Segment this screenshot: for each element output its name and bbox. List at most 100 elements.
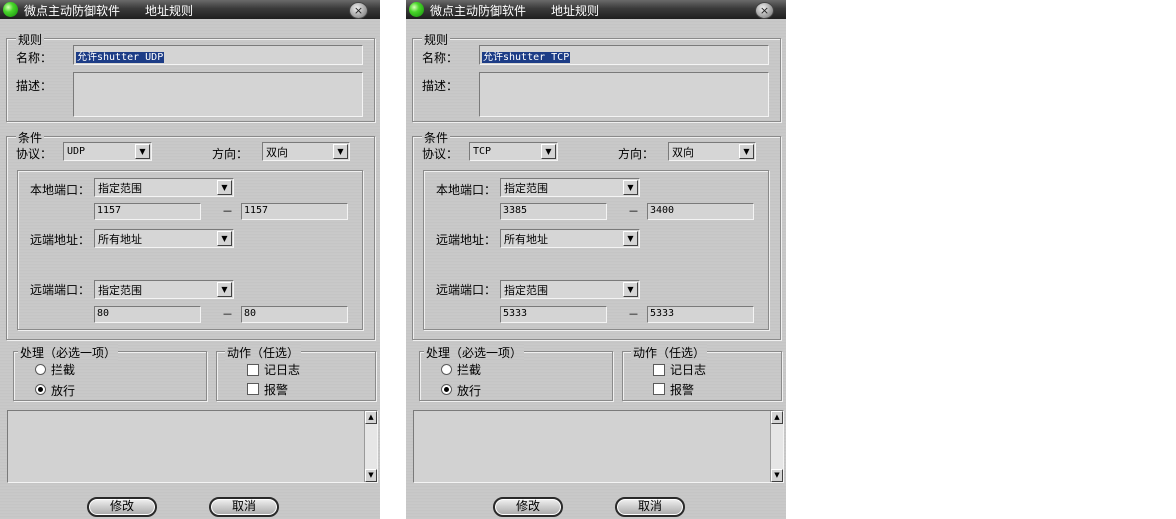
description-label: 描述： [422, 79, 459, 93]
message-area[interactable]: ▲ ▼ [413, 410, 784, 483]
close-icon[interactable]: × [349, 2, 368, 19]
protocol-select[interactable]: TCP ▼ [469, 142, 558, 161]
alarm-label: 报警 [670, 383, 695, 397]
vertical-scrollbar[interactable]: ▲ ▼ [364, 411, 377, 482]
vertical-scrollbar[interactable]: ▲ ▼ [770, 411, 783, 482]
app-title: 微点主动防御软件 [430, 4, 527, 18]
handling-group-label: 处理（必选一项） [18, 344, 119, 361]
remote-port-from-input[interactable]: 5333 [500, 306, 607, 323]
name-input[interactable]: 允许shutter UDP [73, 45, 363, 65]
protocol-label: 协议： [16, 147, 53, 161]
rule-group-label: 规则 [16, 31, 45, 48]
chevron-down-icon[interactable]: ▼ [623, 231, 638, 246]
title-bar[interactable]: 微点主动防御软件 地址规则 × [406, 0, 786, 19]
window-title: 地址规则 [145, 4, 194, 18]
chevron-down-icon[interactable]: ▼ [135, 144, 150, 159]
local-port-mode-value: 指定范围 [504, 182, 548, 195]
app-status-icon [3, 2, 18, 17]
local-port-from-input[interactable]: 1157 [94, 203, 201, 220]
handling-group-label: 处理（必选一项） [424, 344, 525, 361]
chevron-down-icon[interactable]: ▼ [217, 180, 232, 195]
range-dash: － [222, 205, 233, 218]
name-value: 允许shutter UDP [76, 52, 165, 63]
block-radio[interactable] [35, 364, 46, 375]
local-port-from-input[interactable]: 3385 [500, 203, 607, 220]
direction-value: 双向 [672, 146, 694, 159]
title-bar[interactable]: 微点主动防御软件 地址规则 × [0, 0, 380, 19]
direction-label: 方向： [212, 147, 249, 161]
protocol-value: TCP [473, 146, 492, 157]
protocol-select[interactable]: UDP ▼ [63, 142, 152, 161]
address-rule-dialog: 微点主动防御软件 地址规则 × 规则 名称： 允许shutter UDP 描述：… [0, 0, 380, 519]
scroll-up-icon[interactable]: ▲ [365, 411, 377, 424]
remote-port-from-input[interactable]: 80 [94, 306, 201, 323]
remote-port-to-input[interactable]: 80 [241, 306, 348, 323]
name-value: 允许shutter TCP [482, 52, 571, 63]
cancel-button[interactable]: 取消 [615, 497, 685, 517]
action-group-label: 动作（任选） [225, 344, 302, 361]
app-title: 微点主动防御软件 [24, 4, 121, 18]
description-label: 描述： [16, 79, 53, 93]
rule-group-label: 规则 [422, 31, 451, 48]
scroll-down-icon[interactable]: ▼ [365, 469, 377, 482]
chevron-down-icon[interactable]: ▼ [541, 144, 556, 159]
scroll-down-icon[interactable]: ▼ [771, 469, 783, 482]
modify-button[interactable]: 修改 [493, 497, 563, 517]
local-port-mode-select[interactable]: 指定范围 ▼ [500, 178, 640, 197]
remote-port-mode-select[interactable]: 指定范围 ▼ [500, 280, 640, 299]
local-port-to-input[interactable]: 1157 [241, 203, 348, 220]
local-port-to-input[interactable]: 3400 [647, 203, 754, 220]
alarm-checkbox[interactable] [653, 383, 665, 395]
chevron-down-icon[interactable]: ▼ [217, 282, 232, 297]
allow-label: 放行 [51, 384, 76, 398]
chevron-down-icon[interactable]: ▼ [623, 282, 638, 297]
remote-port-mode-select[interactable]: 指定范围 ▼ [94, 280, 234, 299]
protocol-value: UDP [67, 146, 86, 157]
local-port-mode-value: 指定范围 [98, 182, 142, 195]
alarm-label: 报警 [264, 383, 289, 397]
chevron-down-icon[interactable]: ▼ [739, 144, 754, 159]
direction-select[interactable]: 双向 ▼ [262, 142, 350, 161]
scroll-up-icon[interactable]: ▲ [771, 411, 783, 424]
window-title: 地址规则 [551, 4, 600, 18]
range-dash: － [628, 308, 639, 321]
local-port-label: 本地端口： [30, 183, 91, 197]
description-textarea[interactable] [479, 72, 769, 117]
log-label: 记日志 [670, 363, 707, 377]
name-label: 名称： [16, 51, 53, 65]
chevron-down-icon[interactable]: ▼ [333, 144, 348, 159]
log-checkbox[interactable] [247, 364, 259, 376]
condition-group-label: 条件 [422, 129, 451, 146]
log-label: 记日志 [264, 363, 301, 377]
chevron-down-icon[interactable]: ▼ [623, 180, 638, 195]
direction-value: 双向 [266, 146, 288, 159]
remote-address-label: 远端地址： [30, 233, 91, 247]
allow-radio[interactable] [441, 384, 452, 395]
direction-select[interactable]: 双向 ▼ [668, 142, 756, 161]
remote-address-mode-select[interactable]: 所有地址 ▼ [500, 229, 640, 248]
direction-label: 方向： [618, 147, 655, 161]
log-checkbox[interactable] [653, 364, 665, 376]
close-icon[interactable]: × [755, 2, 774, 19]
name-label: 名称： [422, 51, 459, 65]
name-input[interactable]: 允许shutter TCP [479, 45, 769, 65]
modify-button[interactable]: 修改 [87, 497, 157, 517]
remote-address-mode-select[interactable]: 所有地址 ▼ [94, 229, 234, 248]
remote-port-mode-value: 指定范围 [98, 284, 142, 297]
range-dash: － [222, 308, 233, 321]
local-port-mode-select[interactable]: 指定范围 ▼ [94, 178, 234, 197]
block-radio[interactable] [441, 364, 452, 375]
cancel-button[interactable]: 取消 [209, 497, 279, 517]
action-group-label: 动作（任选） [631, 344, 708, 361]
allow-label: 放行 [457, 384, 482, 398]
block-label: 拦截 [457, 363, 482, 377]
message-area[interactable]: ▲ ▼ [7, 410, 378, 483]
alarm-checkbox[interactable] [247, 383, 259, 395]
block-label: 拦截 [51, 363, 76, 377]
remote-port-to-input[interactable]: 5333 [647, 306, 754, 323]
description-textarea[interactable] [73, 72, 363, 117]
address-rule-dialog: 微点主动防御软件 地址规则 × 规则 名称： 允许shutter TCP 描述：… [406, 0, 786, 519]
allow-radio[interactable] [35, 384, 46, 395]
local-port-label: 本地端口： [436, 183, 497, 197]
chevron-down-icon[interactable]: ▼ [217, 231, 232, 246]
